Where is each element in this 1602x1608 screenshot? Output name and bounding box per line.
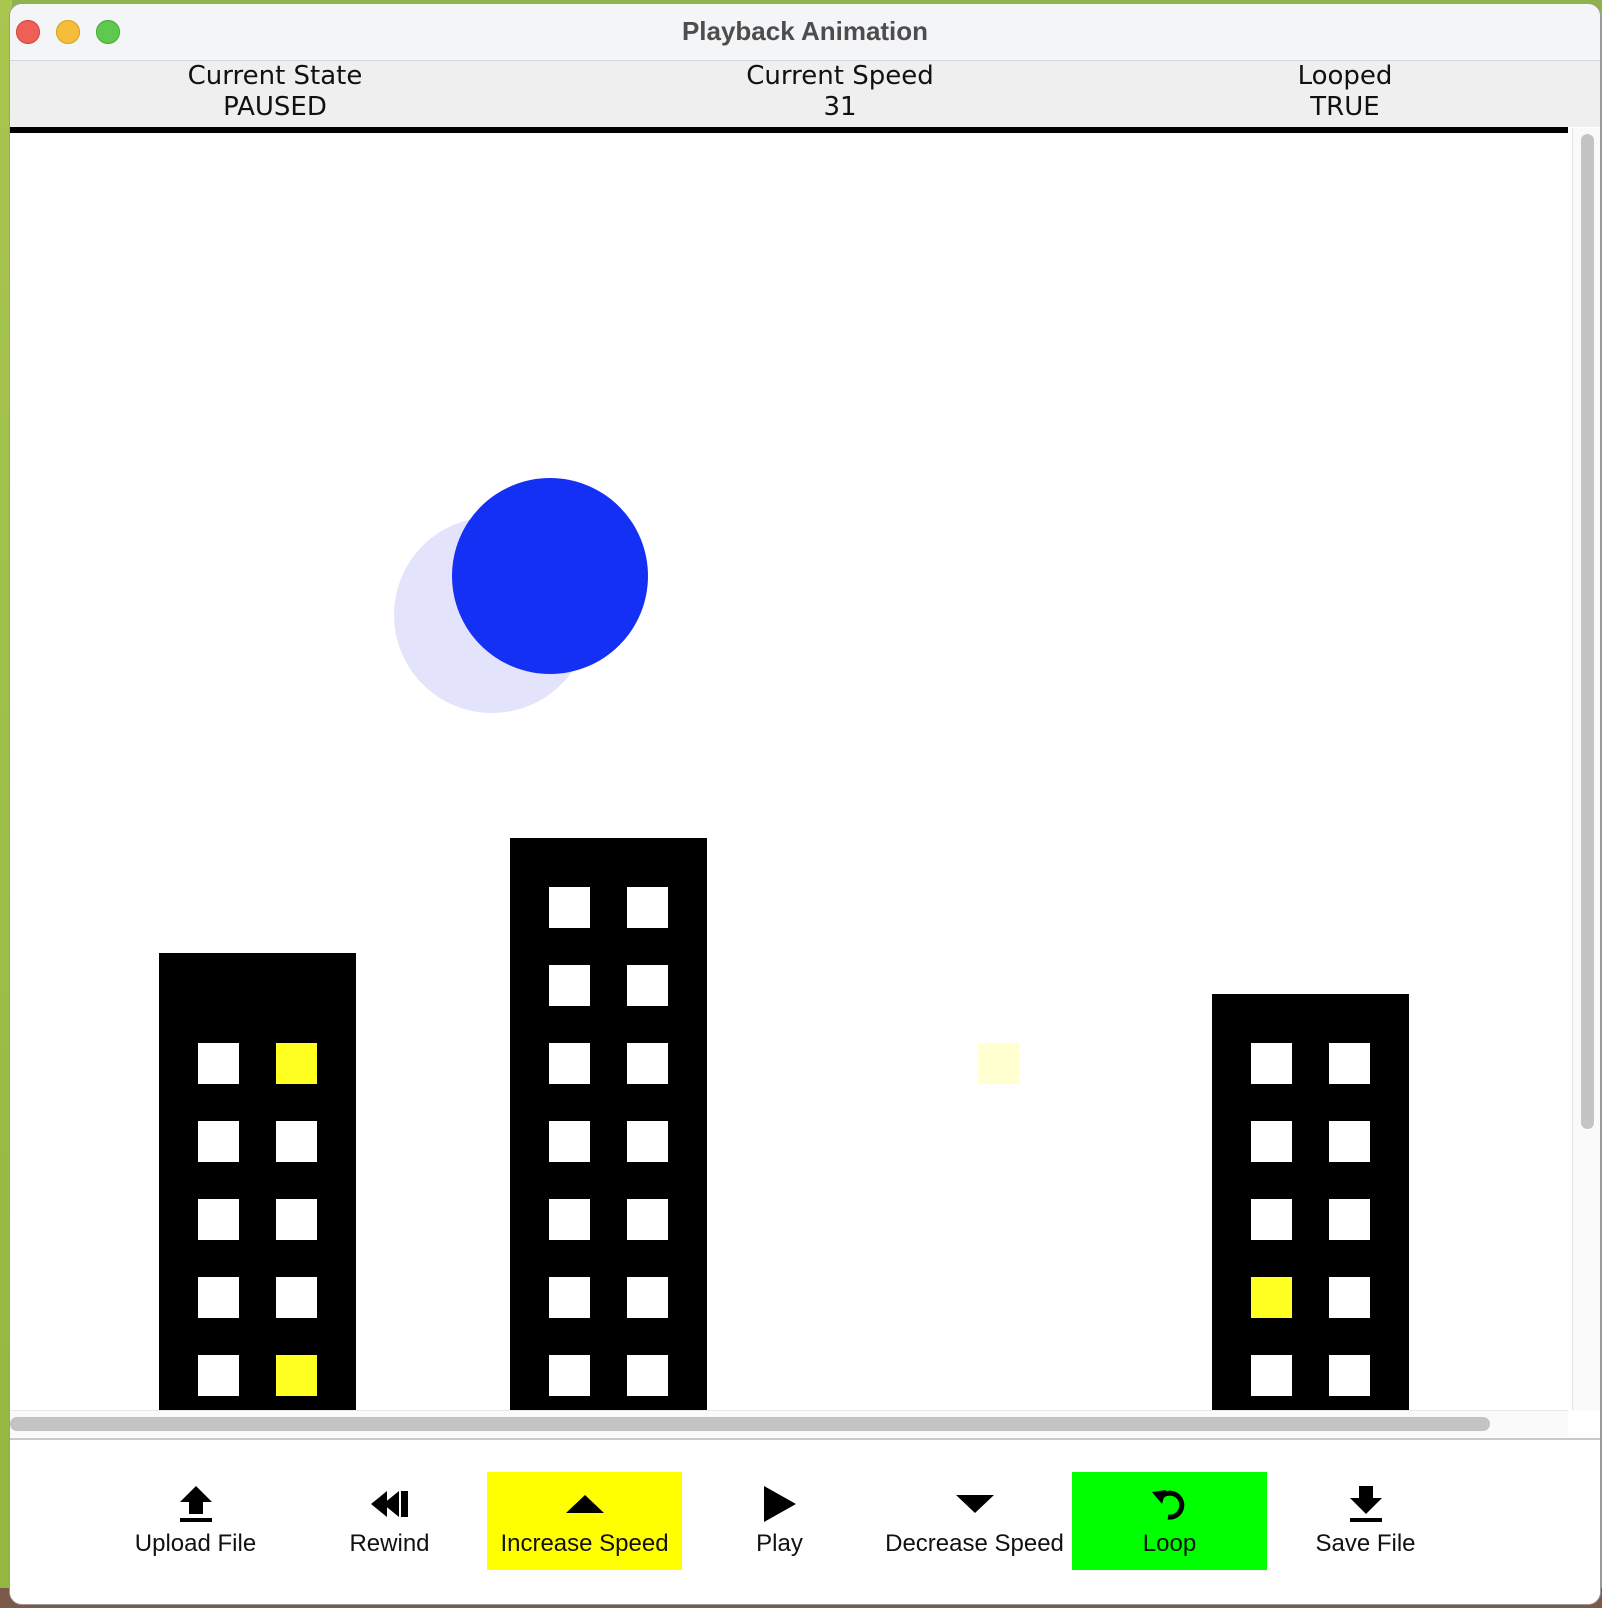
animation-canvas[interactable] — [10, 133, 1568, 1410]
rewind-button[interactable]: Rewind — [292, 1472, 487, 1570]
building-window-lit — [276, 1355, 317, 1396]
building-window — [1251, 1199, 1292, 1240]
looped-label: Looped — [1297, 61, 1393, 91]
rewind-label: Rewind — [349, 1530, 430, 1557]
looped-value: TRUE — [1310, 92, 1380, 122]
loop-arrow-icon — [1151, 1490, 1184, 1520]
fading-window-square — [978, 1043, 1019, 1084]
building-window — [1329, 1043, 1370, 1084]
upload-file-button[interactable]: Upload File — [98, 1472, 293, 1570]
building-window — [198, 1199, 239, 1240]
building-window — [198, 1043, 239, 1084]
current-speed-label: Current Speed — [746, 61, 934, 91]
upload-file-label: Upload File — [134, 1530, 257, 1557]
download-arrow-icon — [1349, 1486, 1382, 1522]
animation-scene — [159, 478, 1409, 1410]
building-window — [627, 1043, 668, 1084]
current-speed-value: 31 — [823, 92, 857, 122]
play-icon — [763, 1486, 796, 1522]
building-window — [198, 1355, 239, 1396]
playback-controls: Upload File Rewind Increase Speed Play D… — [10, 1440, 1600, 1604]
building-window — [1251, 1121, 1292, 1162]
building-window — [1329, 1199, 1370, 1240]
building-window — [1329, 1121, 1370, 1162]
building-left — [159, 953, 356, 1410]
horizontal-scrollbar[interactable] — [10, 1410, 1568, 1437]
upload-arrow-icon — [179, 1486, 212, 1522]
building-window — [1329, 1277, 1370, 1318]
building-window — [1329, 1355, 1370, 1396]
window-title: Playback Animation — [681, 16, 929, 46]
decrease-speed-button[interactable]: Decrease Speed — [877, 1472, 1072, 1570]
building-window — [549, 1199, 590, 1240]
horizontal-scrollbar-thumb[interactable] — [10, 1417, 1490, 1431]
play-label: Play — [756, 1530, 803, 1557]
decrease-speed-label: Decrease Speed — [885, 1530, 1064, 1557]
current-speed-status: Current Speed 31 — [710, 61, 970, 123]
loop-button[interactable]: Loop — [1072, 1472, 1267, 1570]
status-panel: Current State PAUSED Current Speed 31 Lo… — [10, 61, 1600, 127]
increase-speed-label: Increase Speed — [500, 1530, 669, 1557]
building-window — [627, 965, 668, 1006]
building-window — [198, 1121, 239, 1162]
building-middle — [510, 838, 707, 1410]
building-window — [276, 1199, 317, 1240]
building-window — [627, 1355, 668, 1396]
building-window — [1251, 1043, 1292, 1084]
sun — [452, 478, 648, 674]
title-bar: Playback Animation — [10, 4, 1600, 61]
building-window — [549, 1355, 590, 1396]
current-state-value: PAUSED — [223, 92, 327, 122]
playback-window: Playback Animation Current State PAUSED … — [10, 4, 1600, 1604]
triangle-down-icon — [955, 1495, 994, 1513]
current-state-label: Current State — [187, 61, 363, 91]
building-window — [549, 1121, 590, 1162]
triangle-up-icon — [565, 1495, 604, 1513]
looped-status: Looped TRUE — [1250, 61, 1440, 123]
building-window — [549, 887, 590, 928]
building-window — [276, 1121, 317, 1162]
building-window — [627, 1199, 668, 1240]
vertical-scrollbar-thumb[interactable] — [1581, 134, 1594, 1129]
building-window — [549, 1043, 590, 1084]
building-window — [549, 965, 590, 1006]
building-window-lit — [276, 1043, 317, 1084]
save-file-label: Save File — [1315, 1530, 1416, 1557]
building-window — [549, 1277, 590, 1318]
building-window — [198, 1277, 239, 1318]
building-window — [627, 887, 668, 928]
play-button[interactable]: Play — [682, 1472, 877, 1570]
save-file-button[interactable]: Save File — [1268, 1472, 1463, 1570]
building-window — [627, 1121, 668, 1162]
vertical-scrollbar[interactable] — [1572, 128, 1600, 1410]
increase-speed-button[interactable]: Increase Speed — [487, 1472, 682, 1570]
loop-label: Loop — [1142, 1530, 1197, 1557]
building-window — [276, 1277, 317, 1318]
rewind-icon — [370, 1491, 408, 1517]
building-window-lit — [1251, 1277, 1292, 1318]
current-state-status: Current State PAUSED — [155, 61, 395, 123]
building-right — [1212, 994, 1409, 1410]
building-window — [1251, 1355, 1292, 1396]
building-window — [627, 1277, 668, 1318]
